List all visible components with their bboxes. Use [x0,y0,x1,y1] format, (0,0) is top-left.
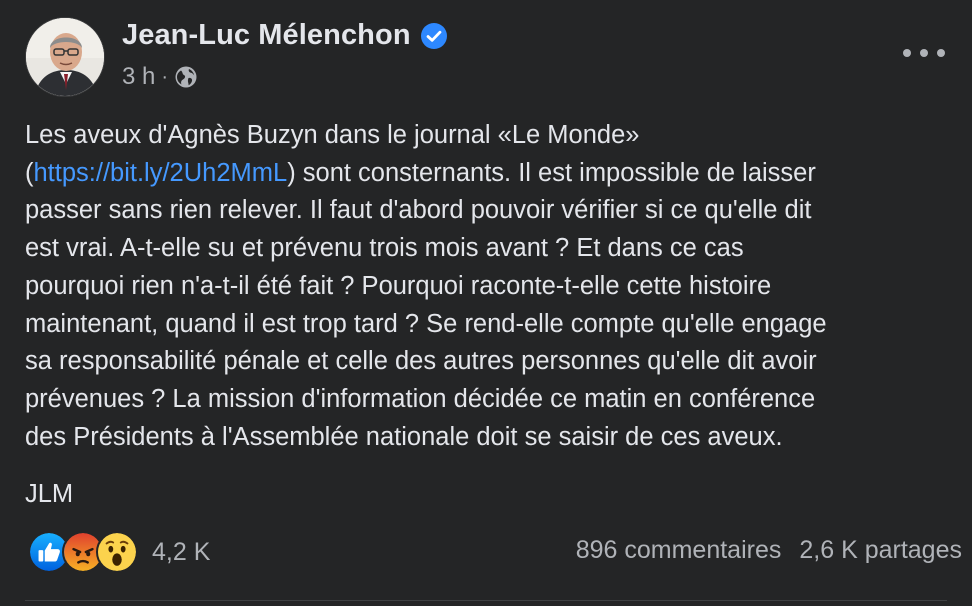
post-footer: 4,2 K 896 commentaires 2,6 K partages [28,530,962,574]
more-options-button[interactable] [903,41,945,65]
post-link[interactable]: https://bit.ly/2Uh2MmL [34,159,288,187]
post-stats: 896 commentaires 2,6 K partages [576,536,962,565]
reactions-summary[interactable]: 4,2 K [28,531,210,573]
shares-count[interactable]: 2,6 K partages [799,536,962,565]
post-header: Jean-Luc Mélenchon 3 h · [25,17,947,101]
dot-icon [937,49,945,57]
reaction-count[interactable]: 4,2 K [152,538,210,567]
post-text-part-2: ) sont consternants. Il est impossible d… [25,158,827,451]
meta-separator: · [161,65,169,88]
post-timestamp[interactable]: 3 h [122,63,155,91]
author-name[interactable]: Jean-Luc Mélenchon [122,19,411,52]
post-signature: JLM [25,480,74,508]
footer-divider [25,600,947,601]
dot-icon [903,49,911,57]
comments-count[interactable]: 896 commentaires [576,536,782,565]
author-avatar[interactable] [25,17,105,97]
verified-badge-icon [420,22,447,49]
dot-icon [920,49,928,57]
facebook-post: Jean-Luc Mélenchon 3 h · Les aveux d'Agn… [0,0,972,606]
post-body: Les aveux d'Agnès Buzyn dans le journal … [25,117,955,456]
wow-reaction-icon [96,531,138,573]
author-row: Jean-Luc Mélenchon [122,19,447,52]
post-meta: 3 h · [122,63,198,91]
globe-icon[interactable] [174,65,198,89]
avatar-image [26,18,104,96]
